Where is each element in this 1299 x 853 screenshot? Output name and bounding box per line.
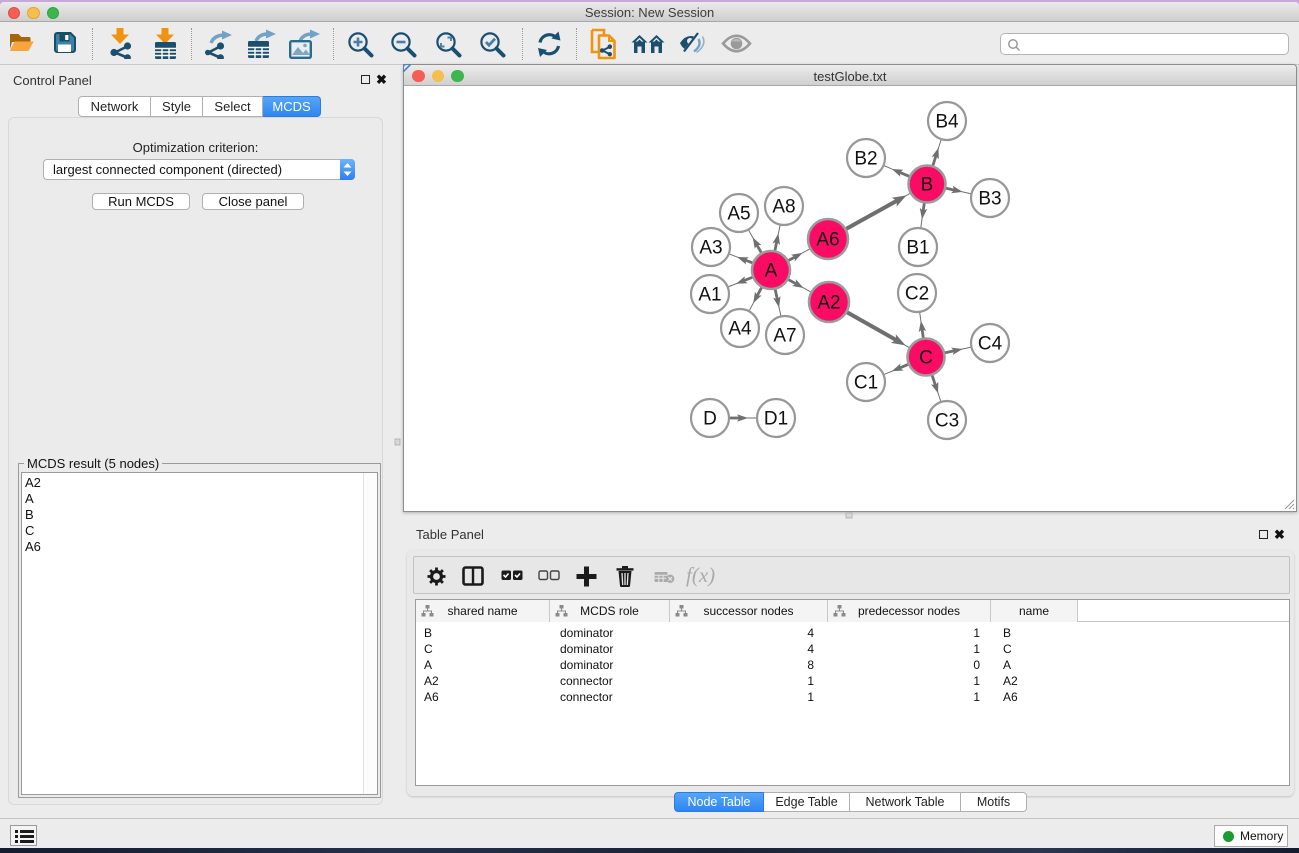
svg-text:A: A xyxy=(765,261,778,282)
svg-text:C4: C4 xyxy=(978,334,1003,355)
svg-text:B3: B3 xyxy=(978,189,1001,210)
svg-text:A5: A5 xyxy=(727,204,750,225)
svg-text:B: B xyxy=(921,175,934,196)
svg-text:C: C xyxy=(919,348,933,369)
svg-text:A1: A1 xyxy=(698,285,721,306)
svg-text:C3: C3 xyxy=(935,411,959,432)
svg-text:A6: A6 xyxy=(816,230,839,251)
svg-text:B4: B4 xyxy=(935,112,959,133)
svg-text:A2: A2 xyxy=(817,293,840,314)
svg-text:A8: A8 xyxy=(772,197,795,218)
svg-text:A7: A7 xyxy=(773,326,796,347)
svg-text:A3: A3 xyxy=(699,238,722,259)
svg-text:B2: B2 xyxy=(854,149,877,170)
svg-text:D: D xyxy=(703,409,717,430)
svg-text:C1: C1 xyxy=(854,373,878,394)
svg-text:D1: D1 xyxy=(764,409,788,430)
svg-text:C2: C2 xyxy=(905,284,929,305)
svg-text:A4: A4 xyxy=(728,319,752,340)
svg-text:B1: B1 xyxy=(906,238,929,259)
